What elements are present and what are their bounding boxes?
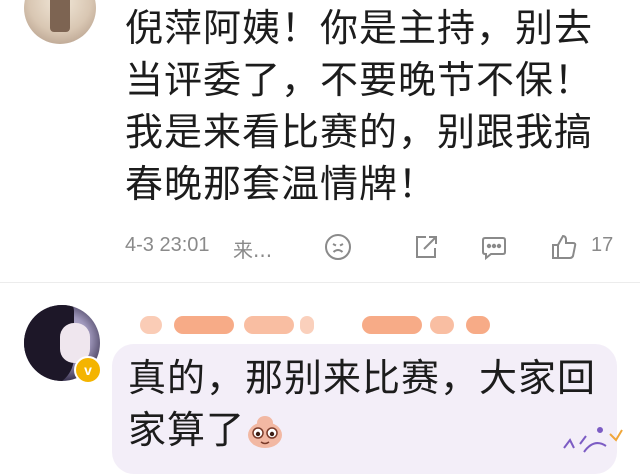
comment-1: 倪萍阿姨！你是主持，别去当评委了，不要晚节不保！我是来看比赛的，别跟我搞春晚那套…: [0, 0, 640, 300]
emoji-icon[interactable]: [323, 232, 353, 262]
blur-mark: [362, 316, 422, 334]
more-link[interactable]: 来...: [233, 234, 272, 263]
blur-mark: [140, 316, 162, 334]
blurred-username: [140, 306, 510, 346]
reply-icon[interactable]: [479, 232, 509, 262]
blur-mark: [244, 316, 294, 334]
peeking-emoji-icon: [245, 410, 285, 448]
comment-meta: 4-3 23:01 来... 17: [125, 232, 625, 262]
decorative-doodle-icon: [560, 418, 630, 458]
like-count: 17: [591, 234, 614, 256]
verified-badge: v: [74, 356, 102, 384]
comment-text: 真的，那别来比赛，大家回家算了: [128, 356, 597, 452]
blur-mark: [174, 316, 234, 334]
comment-text: 倪萍阿姨！你是主持，别去当评委了，不要晚节不保！我是来看比赛的，别跟我搞春晚那套…: [125, 6, 594, 206]
share-icon[interactable]: [411, 232, 441, 262]
comment-time: 4-3 23:01: [125, 234, 210, 256]
blur-mark: [430, 316, 454, 334]
like-icon[interactable]: [549, 232, 579, 262]
comment-2: v 真的，那别来比赛，大家回家算了: [0, 300, 640, 474]
divider: [0, 282, 640, 283]
avatar-figure: [50, 0, 70, 32]
commenter-avatar[interactable]: [24, 0, 96, 44]
blur-mark: [300, 316, 314, 334]
comment-text-container: 真的，那别来比赛，大家回家算了: [128, 352, 598, 456]
blur-mark: [466, 316, 490, 334]
